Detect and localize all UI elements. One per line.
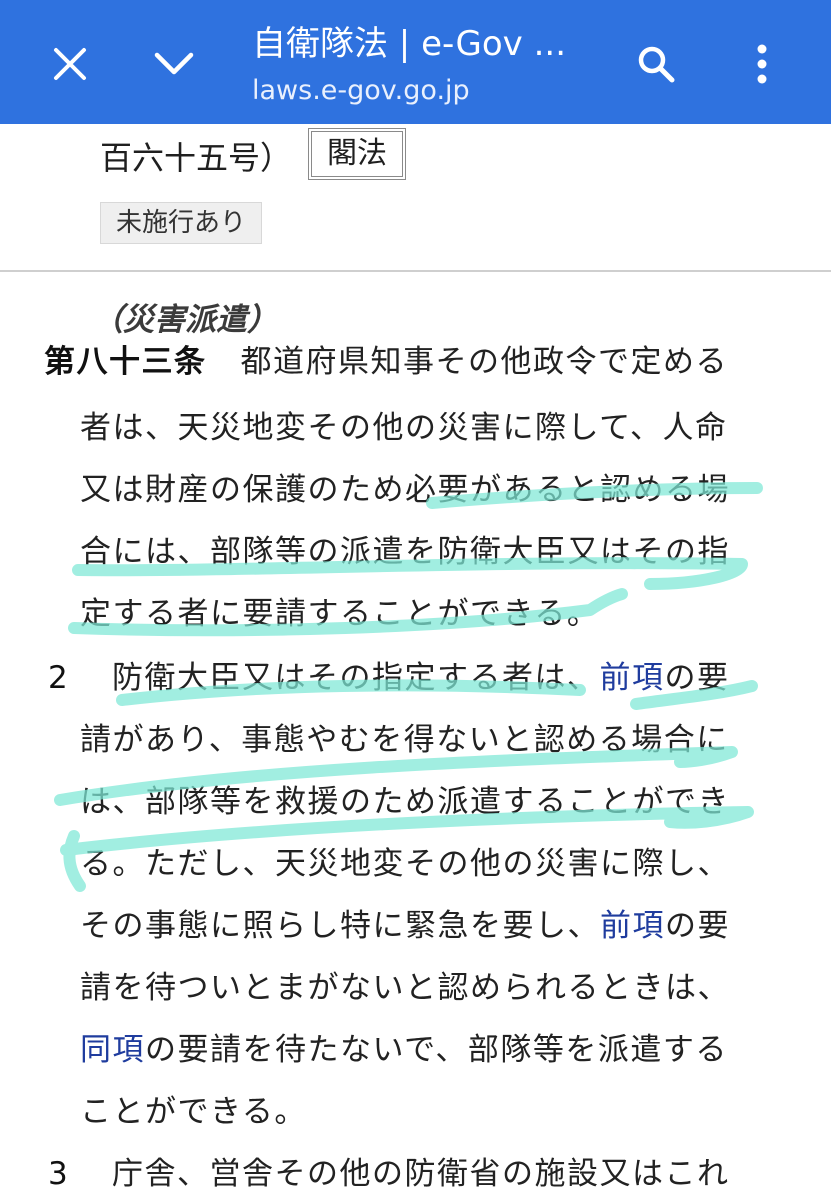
article-line: 請を待ついとまがないと認められるときは、 — [80, 970, 730, 1006]
ref-link[interactable]: 前項 — [600, 660, 665, 696]
article-line: 同項の要請を待たないで、部隊等を派遣する — [80, 1028, 728, 1072]
article-text: の要 — [664, 660, 730, 696]
kaku-badge: 閣法 — [308, 128, 406, 180]
browser-toolbar: 自衛隊法 | e-Gov ... laws.e-gov.go.jp — [0, 0, 831, 124]
page-title: 自衛隊法 | e-Gov ... — [252, 24, 567, 64]
paragraph-number: 2 — [48, 660, 68, 696]
article-line: 又は財産の保護のため必要があると認める場 — [80, 472, 730, 508]
close-icon[interactable] — [34, 28, 106, 100]
article-number: 第八十三条 — [44, 344, 207, 380]
article-line: 庁舎、営舎その他の防衛省の施設又はこれ — [112, 1156, 730, 1192]
article-line: は、部隊等を救援のため派遣することができ — [80, 784, 730, 820]
article-line: 合には、部隊等の派遣を防衛大臣又はその指 — [80, 534, 730, 570]
article-line: 請があり、事態やむを得ないと認める場合に — [80, 722, 729, 758]
search-icon[interactable] — [620, 28, 692, 100]
law-number-tail: 百六十五号） — [100, 139, 293, 177]
article-text: の要 — [665, 908, 730, 944]
page-url[interactable]: laws.e-gov.go.jp — [252, 74, 592, 108]
divider — [0, 270, 831, 272]
article-caption: （災害派遣） — [92, 302, 278, 338]
article-line: 防衛大臣又はその指定する者は、前項の要 — [112, 656, 730, 700]
unenforced-badge[interactable]: 未施行あり — [100, 202, 262, 244]
ref-link[interactable]: 前項 — [600, 908, 665, 944]
article-line: る。ただし、天災地変その他の災害に際し、 — [80, 846, 730, 882]
article-text: の要請を待たないで、部隊等を派遣する — [145, 1032, 728, 1068]
article-line: ことができる。 — [80, 1094, 307, 1130]
article-text: 防衛大臣又はその指定する者は、 — [112, 660, 600, 696]
article-line: その事態に照らし特に緊急を要し、前項の要 — [80, 904, 730, 948]
more-vert-icon[interactable] — [726, 28, 798, 100]
article-line: 第八十三条 都道府県知事その他政令で定める — [44, 340, 728, 384]
ref-link[interactable]: 同項 — [80, 1032, 145, 1068]
article-line: 者は、天災地変その他の災害に際して、人命 — [80, 410, 728, 446]
paragraph-number: 3 — [48, 1156, 68, 1192]
article-line: 定する者に要請することができる。 — [80, 596, 600, 632]
chevron-down-icon[interactable] — [138, 28, 210, 100]
article-text: その事態に照らし特に緊急を要し、 — [80, 908, 600, 944]
article-text: 都道府県知事その他政令で定める — [240, 344, 728, 380]
highlight-stroke — [63, 830, 86, 892]
